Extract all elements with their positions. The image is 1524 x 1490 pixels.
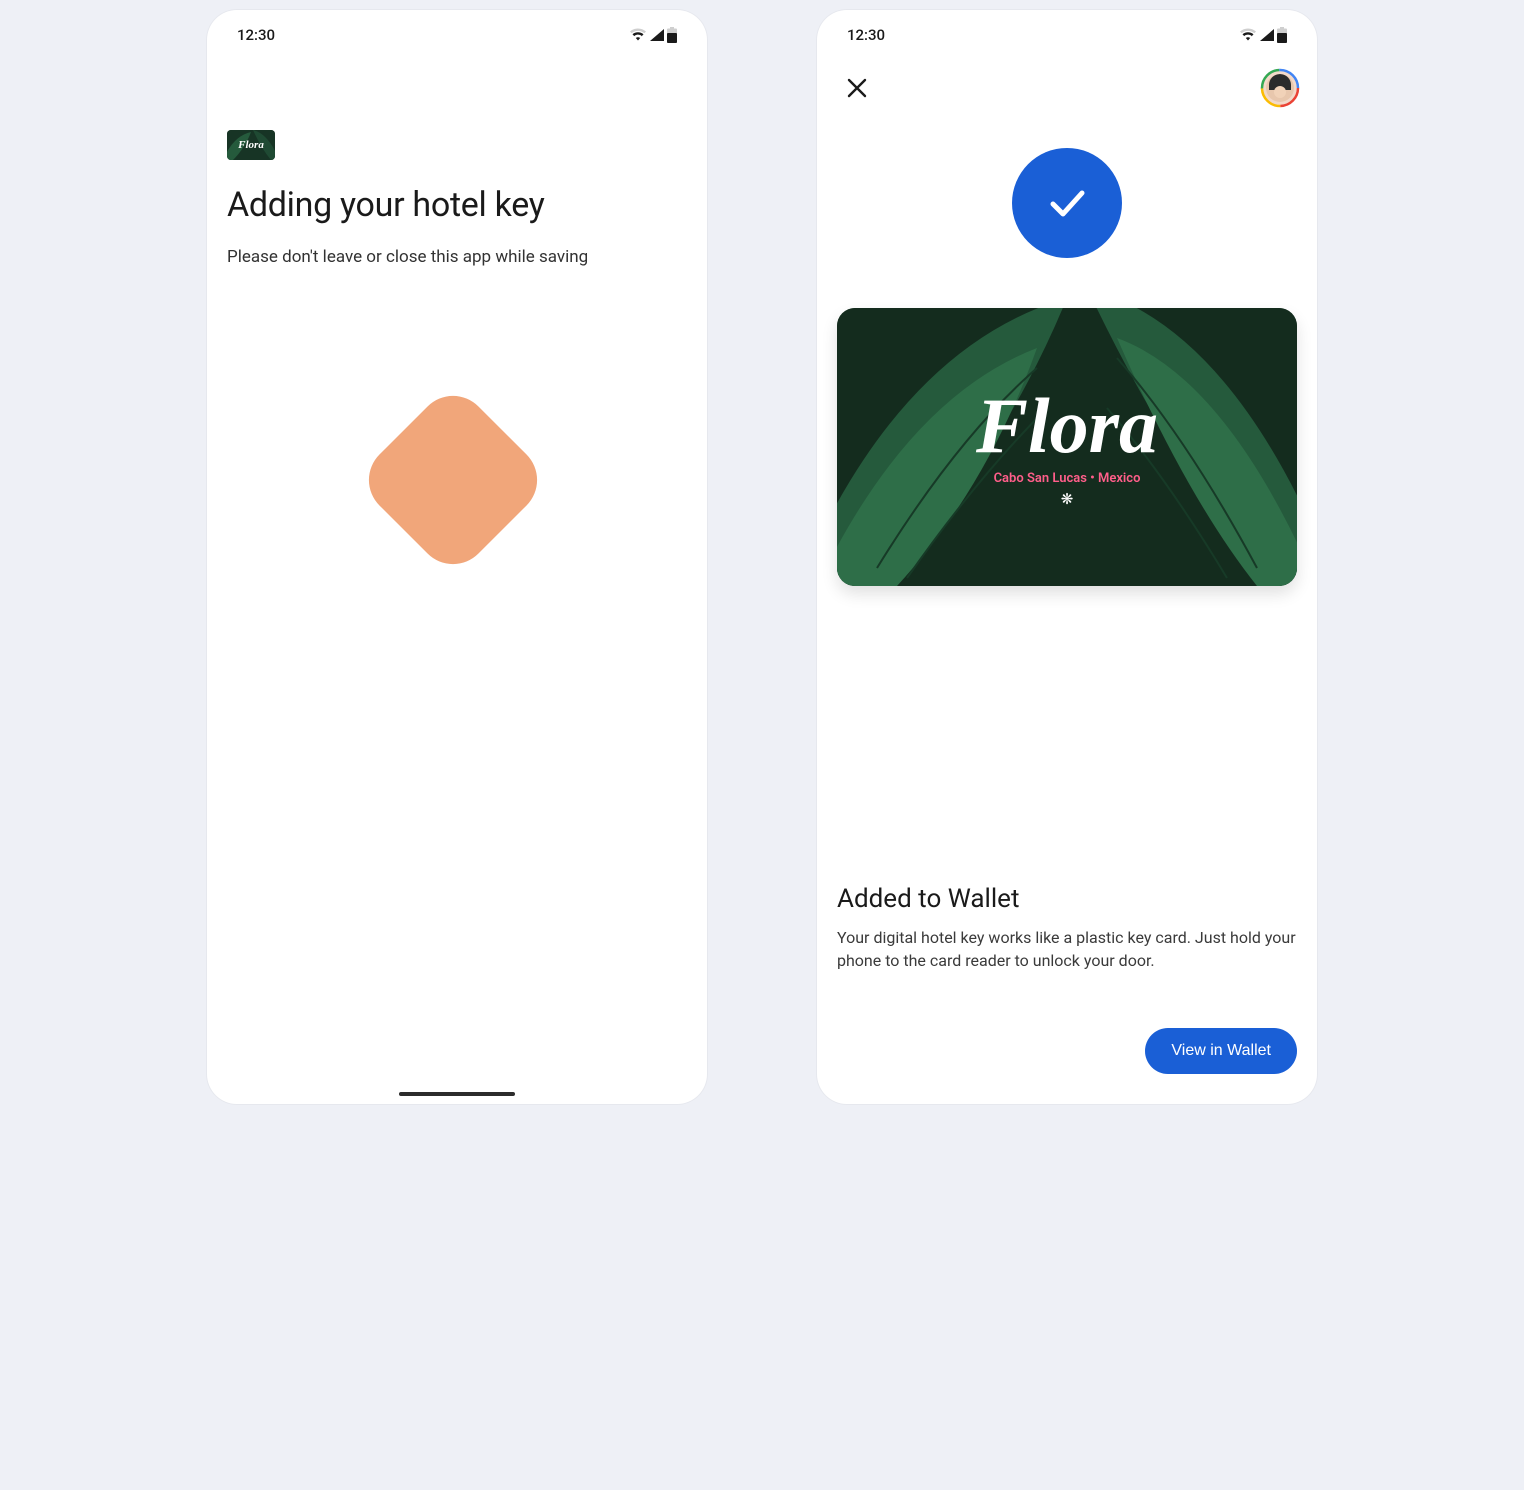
- hotel-card-ornament-icon: ❋: [1061, 490, 1074, 508]
- close-button[interactable]: [837, 68, 877, 108]
- wifi-icon: [629, 28, 647, 42]
- cell-signal-icon: [1259, 28, 1275, 42]
- phone-screen-adding: 12:30 Flora Adding your hotel key Please…: [207, 10, 707, 1104]
- cell-signal-icon: [649, 28, 665, 42]
- hotel-key-card[interactable]: Flora Cabo San Lucas • Mexico ❋: [837, 308, 1297, 586]
- battery-icon: [667, 27, 677, 43]
- loading-indicator: [354, 381, 552, 579]
- battery-icon: [1277, 27, 1287, 43]
- page-heading: Adding your hotel key: [227, 186, 687, 225]
- phone-screen-added: 12:30: [817, 10, 1317, 1104]
- added-title: Added to Wallet: [837, 884, 1297, 914]
- status-icons: [1239, 27, 1287, 43]
- status-time: 12:30: [237, 26, 275, 44]
- status-time: 12:30: [847, 26, 885, 44]
- checkmark-icon: [1039, 175, 1095, 231]
- status-bar: 12:30: [817, 10, 1317, 50]
- hotel-key-thumbnail-brand: Flora: [238, 139, 264, 151]
- hotel-brand-name: Flora: [976, 387, 1158, 465]
- avatar-face: [1266, 74, 1294, 102]
- view-in-wallet-button[interactable]: View in Wallet: [1145, 1028, 1297, 1074]
- hotel-location: Cabo San Lucas • Mexico: [994, 471, 1141, 486]
- close-icon: [846, 77, 868, 99]
- status-bar: 12:30: [207, 10, 707, 50]
- page-subtext: Please don't leave or close this app whi…: [227, 247, 687, 267]
- hotel-key-thumbnail: Flora: [227, 130, 275, 160]
- wifi-icon: [1239, 28, 1257, 42]
- account-avatar[interactable]: [1263, 71, 1297, 105]
- success-indicator: [1012, 148, 1122, 258]
- home-indicator[interactable]: [399, 1092, 515, 1096]
- status-icons: [629, 27, 677, 43]
- added-description: Your digital hotel key works like a plas…: [837, 926, 1297, 972]
- app-bar: [817, 50, 1317, 108]
